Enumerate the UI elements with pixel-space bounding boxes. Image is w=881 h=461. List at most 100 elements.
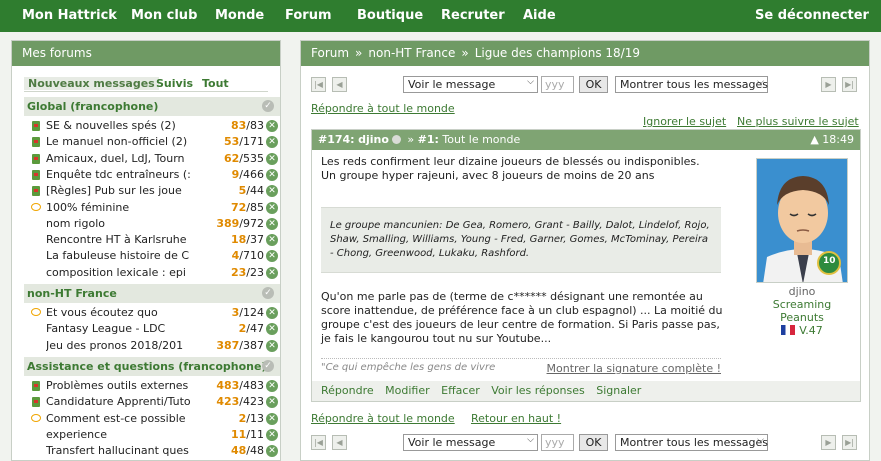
mark-read-icon[interactable]: ✕	[266, 323, 278, 336]
mark-read-icon[interactable]: ✕	[266, 234, 278, 247]
mark-read-icon[interactable]: ✕	[266, 168, 278, 181]
tab-new-messages[interactable]: Nouveaux messages	[24, 77, 159, 90]
forum-section-header[interactable]: Global (francophone) ✓	[24, 97, 280, 116]
ok-button[interactable]: OK	[579, 76, 608, 93]
mark-section-read-icon[interactable]: ✓	[262, 359, 274, 372]
view-message-select[interactable]: Voir le message ⌵	[403, 76, 538, 93]
mark-read-icon[interactable]: ✕	[266, 307, 278, 319]
nav-boutique[interactable]: Boutique	[357, 8, 423, 23]
thread-title[interactable]: nom rigolo	[46, 217, 199, 230]
thread-title[interactable]: Transfert hallucinant ques	[46, 444, 199, 457]
unfollow-topic-link[interactable]: Ne plus suivre le sujet	[737, 115, 859, 128]
logout-link[interactable]: Se déconnecter	[755, 8, 869, 23]
thread-title[interactable]: Enquête tdc entraîneurs (:	[46, 168, 199, 181]
forum-thread-row[interactable]: Transfert hallucinant ques 48/48 ✕	[24, 443, 280, 459]
forum-section-header[interactable]: non-HT France ✓	[24, 284, 280, 303]
author-team-line[interactable]: Peanuts	[752, 311, 852, 324]
mark-read-icon[interactable]: ✕	[266, 136, 278, 149]
thread-title[interactable]: La fabuleuse histoire de C	[46, 249, 199, 262]
mark-read-icon[interactable]: ✕	[266, 152, 278, 165]
report-action[interactable]: Signaler	[596, 384, 641, 397]
collapse-triangle-icon[interactable]: ▲	[810, 133, 818, 146]
tab-followed[interactable]: Suivis	[156, 77, 193, 90]
last-page-icon[interactable]: ▶|	[842, 435, 857, 450]
reply-all-link-bottom[interactable]: Répondre à tout le monde	[311, 412, 455, 425]
post-number[interactable]: #174:	[318, 133, 355, 146]
mark-section-read-icon[interactable]: ✓	[262, 287, 274, 299]
previous-page-icon[interactable]: ◀	[332, 435, 347, 450]
thread-title[interactable]: [Règles] Pub sur les joue	[46, 184, 199, 197]
mark-read-icon[interactable]: ✕	[266, 339, 278, 352]
mark-read-icon[interactable]: ✕	[266, 266, 278, 279]
mark-read-icon[interactable]: ✕	[266, 250, 278, 263]
delete-action[interactable]: Effacer	[441, 384, 480, 397]
thread-title[interactable]: Et vous écoutez quo	[46, 306, 199, 319]
forum-thread-row[interactable]: Comment est-ce possible 2/13 ✕	[24, 411, 280, 427]
mark-read-icon[interactable]: ✕	[266, 412, 278, 425]
forum-thread-row[interactable]: Amicaux, duel, LdJ, Tourn 62/535 ✕	[24, 151, 280, 167]
post-reply-to[interactable]: #1:	[418, 133, 439, 146]
next-page-icon[interactable]: ▶	[821, 77, 836, 92]
nav-monde[interactable]: Monde	[215, 8, 264, 23]
thread-title[interactable]: composition lexicale : epi	[46, 266, 199, 279]
previous-page-icon[interactable]: ◀	[332, 77, 347, 92]
mark-read-icon[interactable]: ✕	[266, 396, 278, 409]
message-number-input[interactable]: yyy	[541, 76, 574, 93]
breadcrumb-forum[interactable]: Forum	[311, 46, 349, 60]
message-filter-select[interactable]: Montrer tous les messages ⌵	[615, 434, 768, 451]
nav-forum[interactable]: Forum	[285, 8, 332, 23]
forum-thread-row[interactable]: composition lexicale : epi 23/23 ✕	[24, 265, 280, 281]
ok-button[interactable]: OK	[579, 434, 608, 451]
forum-thread-row[interactable]: Rencontre HT à Karlsruhe 18/37 ✕	[24, 232, 280, 248]
mark-read-icon[interactable]: ✕	[266, 185, 278, 198]
forum-thread-row[interactable]: SE & nouvelles spés (2) 83/83 ✕	[24, 118, 280, 134]
view-message-select[interactable]: Voir le message ⌵	[403, 434, 538, 451]
breadcrumb-category[interactable]: non-HT France	[368, 46, 455, 60]
author-team-line[interactable]: Screaming	[752, 298, 852, 311]
post-author[interactable]: djino	[358, 133, 389, 146]
nav-mon-club[interactable]: Mon club	[131, 8, 197, 23]
mark-read-icon[interactable]: ✕	[266, 445, 278, 458]
mark-read-icon[interactable]: ✕	[266, 379, 278, 392]
last-page-icon[interactable]: ▶|	[842, 77, 857, 92]
nav-aide[interactable]: Aide	[523, 8, 556, 23]
thread-title[interactable]: Fantasy League - LDC	[46, 322, 199, 335]
forum-thread-row[interactable]: Enquête tdc entraîneurs (: 9/466 ✕	[24, 167, 280, 183]
message-number-input[interactable]: yyy	[541, 434, 574, 451]
first-page-icon[interactable]: |◀	[311, 435, 326, 450]
forum-thread-row[interactable]: La fabuleuse histoire de C 4/710 ✕	[24, 248, 280, 264]
thread-title[interactable]: Candidature Apprenti/Tuto	[46, 395, 199, 408]
message-filter-select[interactable]: Montrer tous les messages ⌵	[615, 76, 768, 93]
thread-title[interactable]: Le manuel non-officiel (2)	[46, 135, 199, 148]
ignore-topic-link[interactable]: Ignorer le sujet	[643, 115, 726, 128]
mark-read-icon[interactable]: ✕	[266, 201, 278, 214]
forum-thread-row[interactable]: Le manuel non-officiel (2) 53/171 ✕	[24, 134, 280, 150]
tab-all[interactable]: Tout	[202, 77, 229, 90]
thread-title[interactable]: Problèmes outils externes	[46, 379, 199, 392]
reply-all-link-top[interactable]: Répondre à tout le monde	[311, 102, 455, 115]
thread-title[interactable]: SE & nouvelles spés (2)	[46, 119, 199, 132]
mark-section-read-icon[interactable]: ✓	[262, 100, 274, 112]
thread-title[interactable]: 100% féminine	[46, 201, 199, 214]
forum-thread-row[interactable]: Jeu des pronos 2018/201 387/387 ✕	[24, 338, 280, 354]
forum-thread-row[interactable]: [Règles] Pub sur les joue 5/44 ✕	[24, 183, 280, 199]
forum-thread-row[interactable]: 100% féminine 72/85 ✕	[24, 200, 280, 216]
thread-title[interactable]: Amicaux, duel, LdJ, Tourn	[46, 152, 199, 165]
author-name[interactable]: djino	[752, 285, 852, 298]
forum-thread-row[interactable]: Candidature Apprenti/Tuto 423/423 ✕	[24, 394, 280, 410]
forum-thread-row[interactable]: Et vous écoutez quo 3/124 ✕	[24, 305, 280, 321]
forum-thread-row[interactable]: nom rigolo 389/972 ✕	[24, 216, 280, 232]
edit-action[interactable]: Modifier	[385, 384, 429, 397]
next-page-icon[interactable]: ▶	[821, 435, 836, 450]
nav-mon-hattrick[interactable]: Mon Hattrick	[22, 8, 117, 23]
forum-section-header[interactable]: Assistance et questions (francophone) ✓	[24, 356, 280, 376]
nav-recruter[interactable]: Recruter	[441, 8, 505, 23]
mark-read-icon[interactable]: ✕	[266, 428, 278, 441]
view-replies-action[interactable]: Voir les réponses	[491, 384, 585, 397]
forum-thread-row[interactable]: Fantasy League - LDC 2/47 ✕	[24, 321, 280, 337]
thread-title[interactable]: Comment est-ce possible	[46, 412, 199, 425]
forum-thread-row[interactable]: experience 11/11 ✕	[24, 427, 280, 443]
avatar[interactable]: 10	[756, 158, 848, 283]
mark-read-icon[interactable]: ✕	[266, 120, 278, 132]
thread-title[interactable]: experience	[46, 428, 199, 441]
